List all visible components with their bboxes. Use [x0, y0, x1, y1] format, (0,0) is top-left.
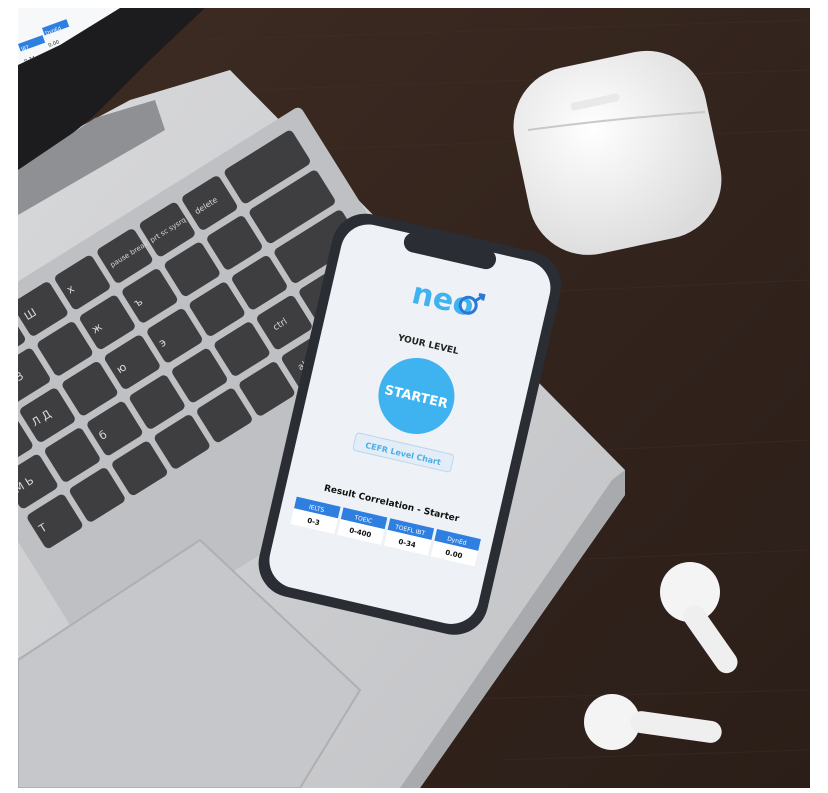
scene: IBT 0-34 DynEd 0.00 pause break prt sc s… — [0, 8, 810, 788]
photo: IBT 0-34 DynEd 0.00 pause break prt sc s… — [0, 8, 810, 788]
key-k: К Л — [0, 434, 10, 455]
